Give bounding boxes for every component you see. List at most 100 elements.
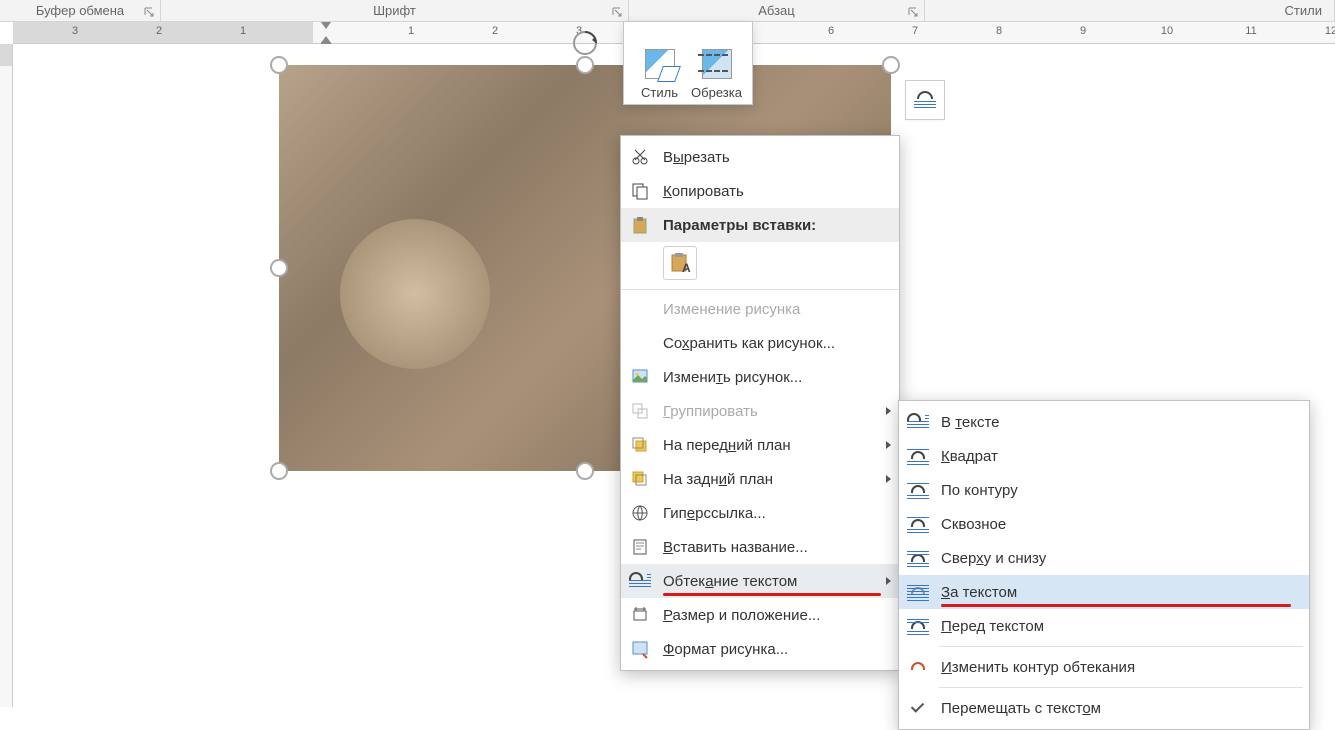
menu-item-change-picture: Изменение рисунка <box>621 292 899 326</box>
size-position-icon <box>629 604 651 626</box>
ribbon-group-paragraph-label: Абзац <box>758 3 794 18</box>
resize-handle-tr[interactable] <box>882 56 900 74</box>
menu-item-label: По контуру <box>941 482 1291 499</box>
layout-options-icon <box>914 91 936 109</box>
menu-item-label: Формат рисунка... <box>663 641 881 658</box>
wrap-through[interactable]: Сквозное <box>899 507 1309 541</box>
ruler-number: 2 <box>492 25 498 37</box>
menu-item-label: На задний план <box>663 471 881 488</box>
paste-options-row: A <box>621 242 899 290</box>
ribbon-group-clipboard-label: Буфер обмена <box>36 3 124 18</box>
wrap-square-icon <box>907 445 929 467</box>
dialog-launcher-icon[interactable] <box>612 7 624 19</box>
menu-item-label: Изменить рисунок... <box>663 369 881 386</box>
wrap-top-bottom[interactable]: Сверху и снизу <box>899 541 1309 575</box>
ribbon-group-clipboard: Буфер обмена <box>0 0 161 21</box>
menu-item-label: Вставить название... <box>663 539 881 556</box>
ruler-margin-shade <box>0 44 12 66</box>
menu-item-label: Изменение рисунка <box>663 301 881 318</box>
ribbon-group-font-label: Шрифт <box>373 3 416 18</box>
vertical-ruler[interactable] <box>0 44 13 707</box>
format-picture-icon <box>629 638 651 660</box>
wrap-text-submenu: В тексте Квадрат По контуру Сквозное Све… <box>898 400 1310 730</box>
wrap-topbottom-icon <box>907 547 929 569</box>
wrap-move-with-text[interactable]: Перемещать с текстом <box>899 691 1309 725</box>
highlight-underline <box>663 593 881 596</box>
wrap-tight-icon <box>907 479 929 501</box>
svg-text:A: A <box>682 261 691 275</box>
edit-wrap-points-icon <box>907 656 929 678</box>
copy-icon <box>629 180 651 202</box>
menu-separator <box>939 687 1303 688</box>
wrap-through-icon <box>907 513 929 535</box>
menu-item-insert-caption[interactable]: Вставить название... <box>621 530 899 564</box>
menu-item-cut[interactable]: Вырезать <box>621 140 899 174</box>
menu-item-format-picture[interactable]: Формат рисунка... <box>621 632 899 666</box>
menu-item-label: В тексте <box>941 414 1291 431</box>
crop-label: Обрезка <box>691 85 742 100</box>
cut-icon <box>629 146 651 168</box>
menu-item-label: Перемещать с текстом <box>941 700 1291 717</box>
menu-item-label: Обтекание текстом <box>663 573 881 590</box>
rotate-handle[interactable] <box>571 29 599 57</box>
menu-item-copy[interactable]: Копировать <box>621 174 899 208</box>
menu-item-label: Сквозное <box>941 516 1291 533</box>
wrap-text-icon <box>629 570 651 592</box>
wrap-front-icon <box>907 615 929 637</box>
ruler-number: 6 <box>828 25 834 37</box>
menu-separator <box>939 646 1303 647</box>
ruler-number: 9 <box>1080 25 1086 37</box>
menu-item-size-position[interactable]: Размер и положение... <box>621 598 899 632</box>
picture-mini-toolbar: Стиль Обрезка <box>623 21 753 105</box>
menu-item-label: Изменить контур обтекания <box>941 659 1291 676</box>
menu-item-save-as-picture[interactable]: Сохранить как рисунок... <box>621 326 899 360</box>
ruler-number: 3 <box>72 25 78 37</box>
picture-style-icon <box>645 49 675 79</box>
resize-handle-ml[interactable] <box>270 259 288 277</box>
resize-handle-bc[interactable] <box>576 462 594 480</box>
ruler-number: 11 <box>1245 25 1256 37</box>
menu-item-edit-picture[interactable]: Изменить рисунок... <box>621 360 899 394</box>
blank-icon <box>629 332 651 354</box>
menu-item-group: Группировать <box>621 394 899 428</box>
submenu-arrow-icon <box>886 407 891 415</box>
menu-item-label: Группировать <box>663 403 881 420</box>
paste-option-keep-source[interactable]: A <box>663 246 697 280</box>
paste-options-header: Параметры вставки: <box>621 208 899 242</box>
wrap-in-front[interactable]: Перед текстом <box>899 609 1309 643</box>
ruler-number: 1 <box>408 25 414 37</box>
ribbon-group-styles: Стили <box>925 0 1335 21</box>
menu-item-send-back[interactable]: На задний план <box>621 462 899 496</box>
resize-handle-bl[interactable] <box>270 462 288 480</box>
hyperlink-icon <box>629 502 651 524</box>
ruler-number: 7 <box>912 25 918 37</box>
wrap-tight[interactable]: По контуру <box>899 473 1309 507</box>
menu-item-label: Перед текстом <box>941 618 1291 635</box>
picture-style-label: Стиль <box>641 85 678 100</box>
dialog-launcher-icon[interactable] <box>908 7 920 19</box>
dialog-launcher-icon[interactable] <box>144 7 156 19</box>
menu-item-label: На передний план <box>663 437 881 454</box>
blank-icon <box>629 298 651 320</box>
crop-icon <box>702 49 732 79</box>
context-menu: Вырезать Копировать Параметры вставки: A… <box>620 135 900 671</box>
menu-item-label: Копировать <box>663 183 881 200</box>
submenu-arrow-icon <box>886 441 891 449</box>
wrap-inline-icon <box>907 411 929 433</box>
menu-item-wrap-text[interactable]: Обтекание текстом <box>621 564 899 598</box>
ruler-margin-shade <box>13 22 313 43</box>
layout-options-button[interactable] <box>905 80 945 120</box>
paste-icon <box>629 214 651 236</box>
picture-style-button[interactable]: Стиль <box>634 28 685 100</box>
wrap-edit-points[interactable]: Изменить контур обтекания <box>899 650 1309 684</box>
wrap-square[interactable]: Квадрат <box>899 439 1309 473</box>
first-line-indent-marker[interactable] <box>321 22 331 29</box>
wrap-inline[interactable]: В тексте <box>899 405 1309 439</box>
crop-button[interactable]: Обрезка <box>691 28 742 100</box>
group-icon <box>629 400 651 422</box>
resize-handle-tl[interactable] <box>270 56 288 74</box>
menu-item-hyperlink[interactable]: Гиперссылка... <box>621 496 899 530</box>
menu-item-bring-front[interactable]: На передний план <box>621 428 899 462</box>
wrap-behind-text[interactable]: За текстом <box>899 575 1309 609</box>
resize-handle-tc[interactable] <box>576 56 594 74</box>
